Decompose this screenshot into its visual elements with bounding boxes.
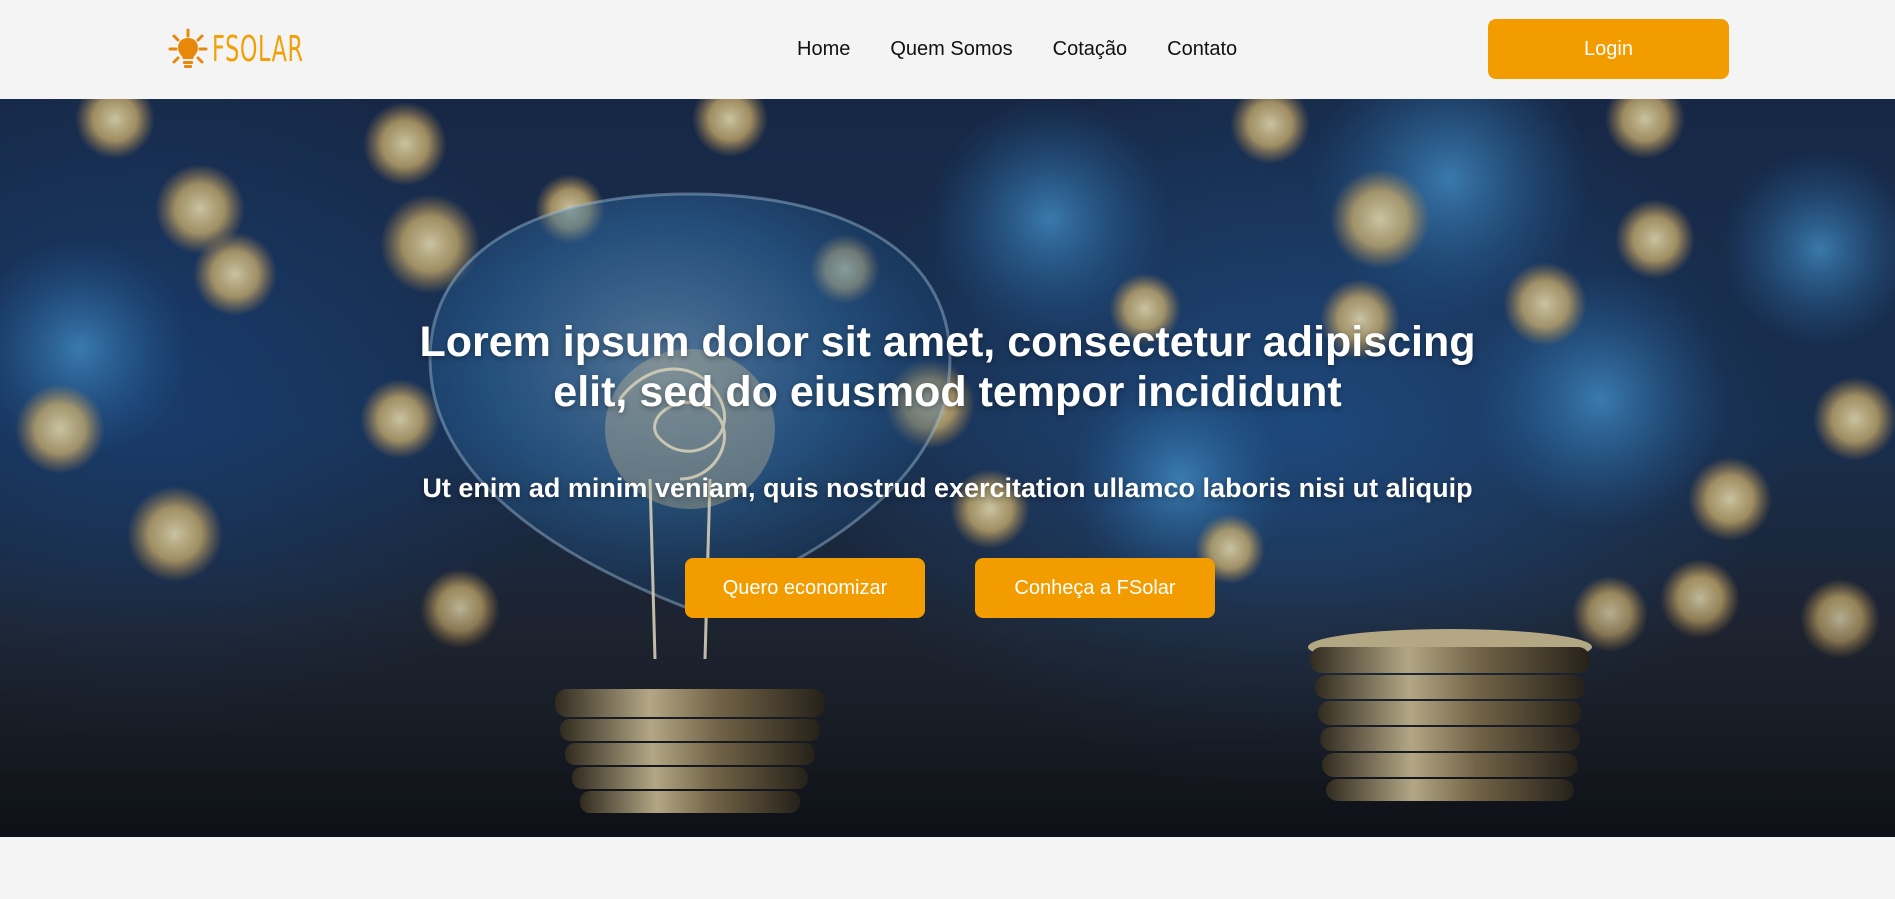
hero-subtitle: Ut enim ad minim veniam, quis nostrud ex…	[422, 473, 1473, 503]
hero-section: Lorem ipsum dolor sit amet, consectetur …	[0, 99, 1895, 837]
brand-logo[interactable]: FSOLAR	[168, 26, 360, 72]
nav-item-quem-somos[interactable]: Quem Somos	[890, 37, 1012, 61]
nav-item-cotacao[interactable]: Cotação	[1053, 37, 1128, 61]
hero-background-image	[0, 99, 1895, 837]
hero-title: Lorem ipsum dolor sit amet, consectetur …	[419, 318, 1476, 416]
meet-fsolar-button[interactable]: Conheça a FSolar	[975, 558, 1215, 618]
nav-item-home[interactable]: Home	[797, 37, 850, 61]
brand-name: FSOLAR	[212, 28, 304, 70]
main-nav: Home Quem Somos Cotação Contato	[797, 37, 1237, 61]
site-header: FSOLAR Home Quem Somos Cotação Contato L…	[0, 0, 1895, 99]
sun-bulb-icon	[168, 28, 208, 68]
login-button[interactable]: Login	[1488, 19, 1729, 79]
save-money-button[interactable]: Quero economizar	[685, 558, 925, 618]
nav-item-contato[interactable]: Contato	[1167, 37, 1237, 61]
